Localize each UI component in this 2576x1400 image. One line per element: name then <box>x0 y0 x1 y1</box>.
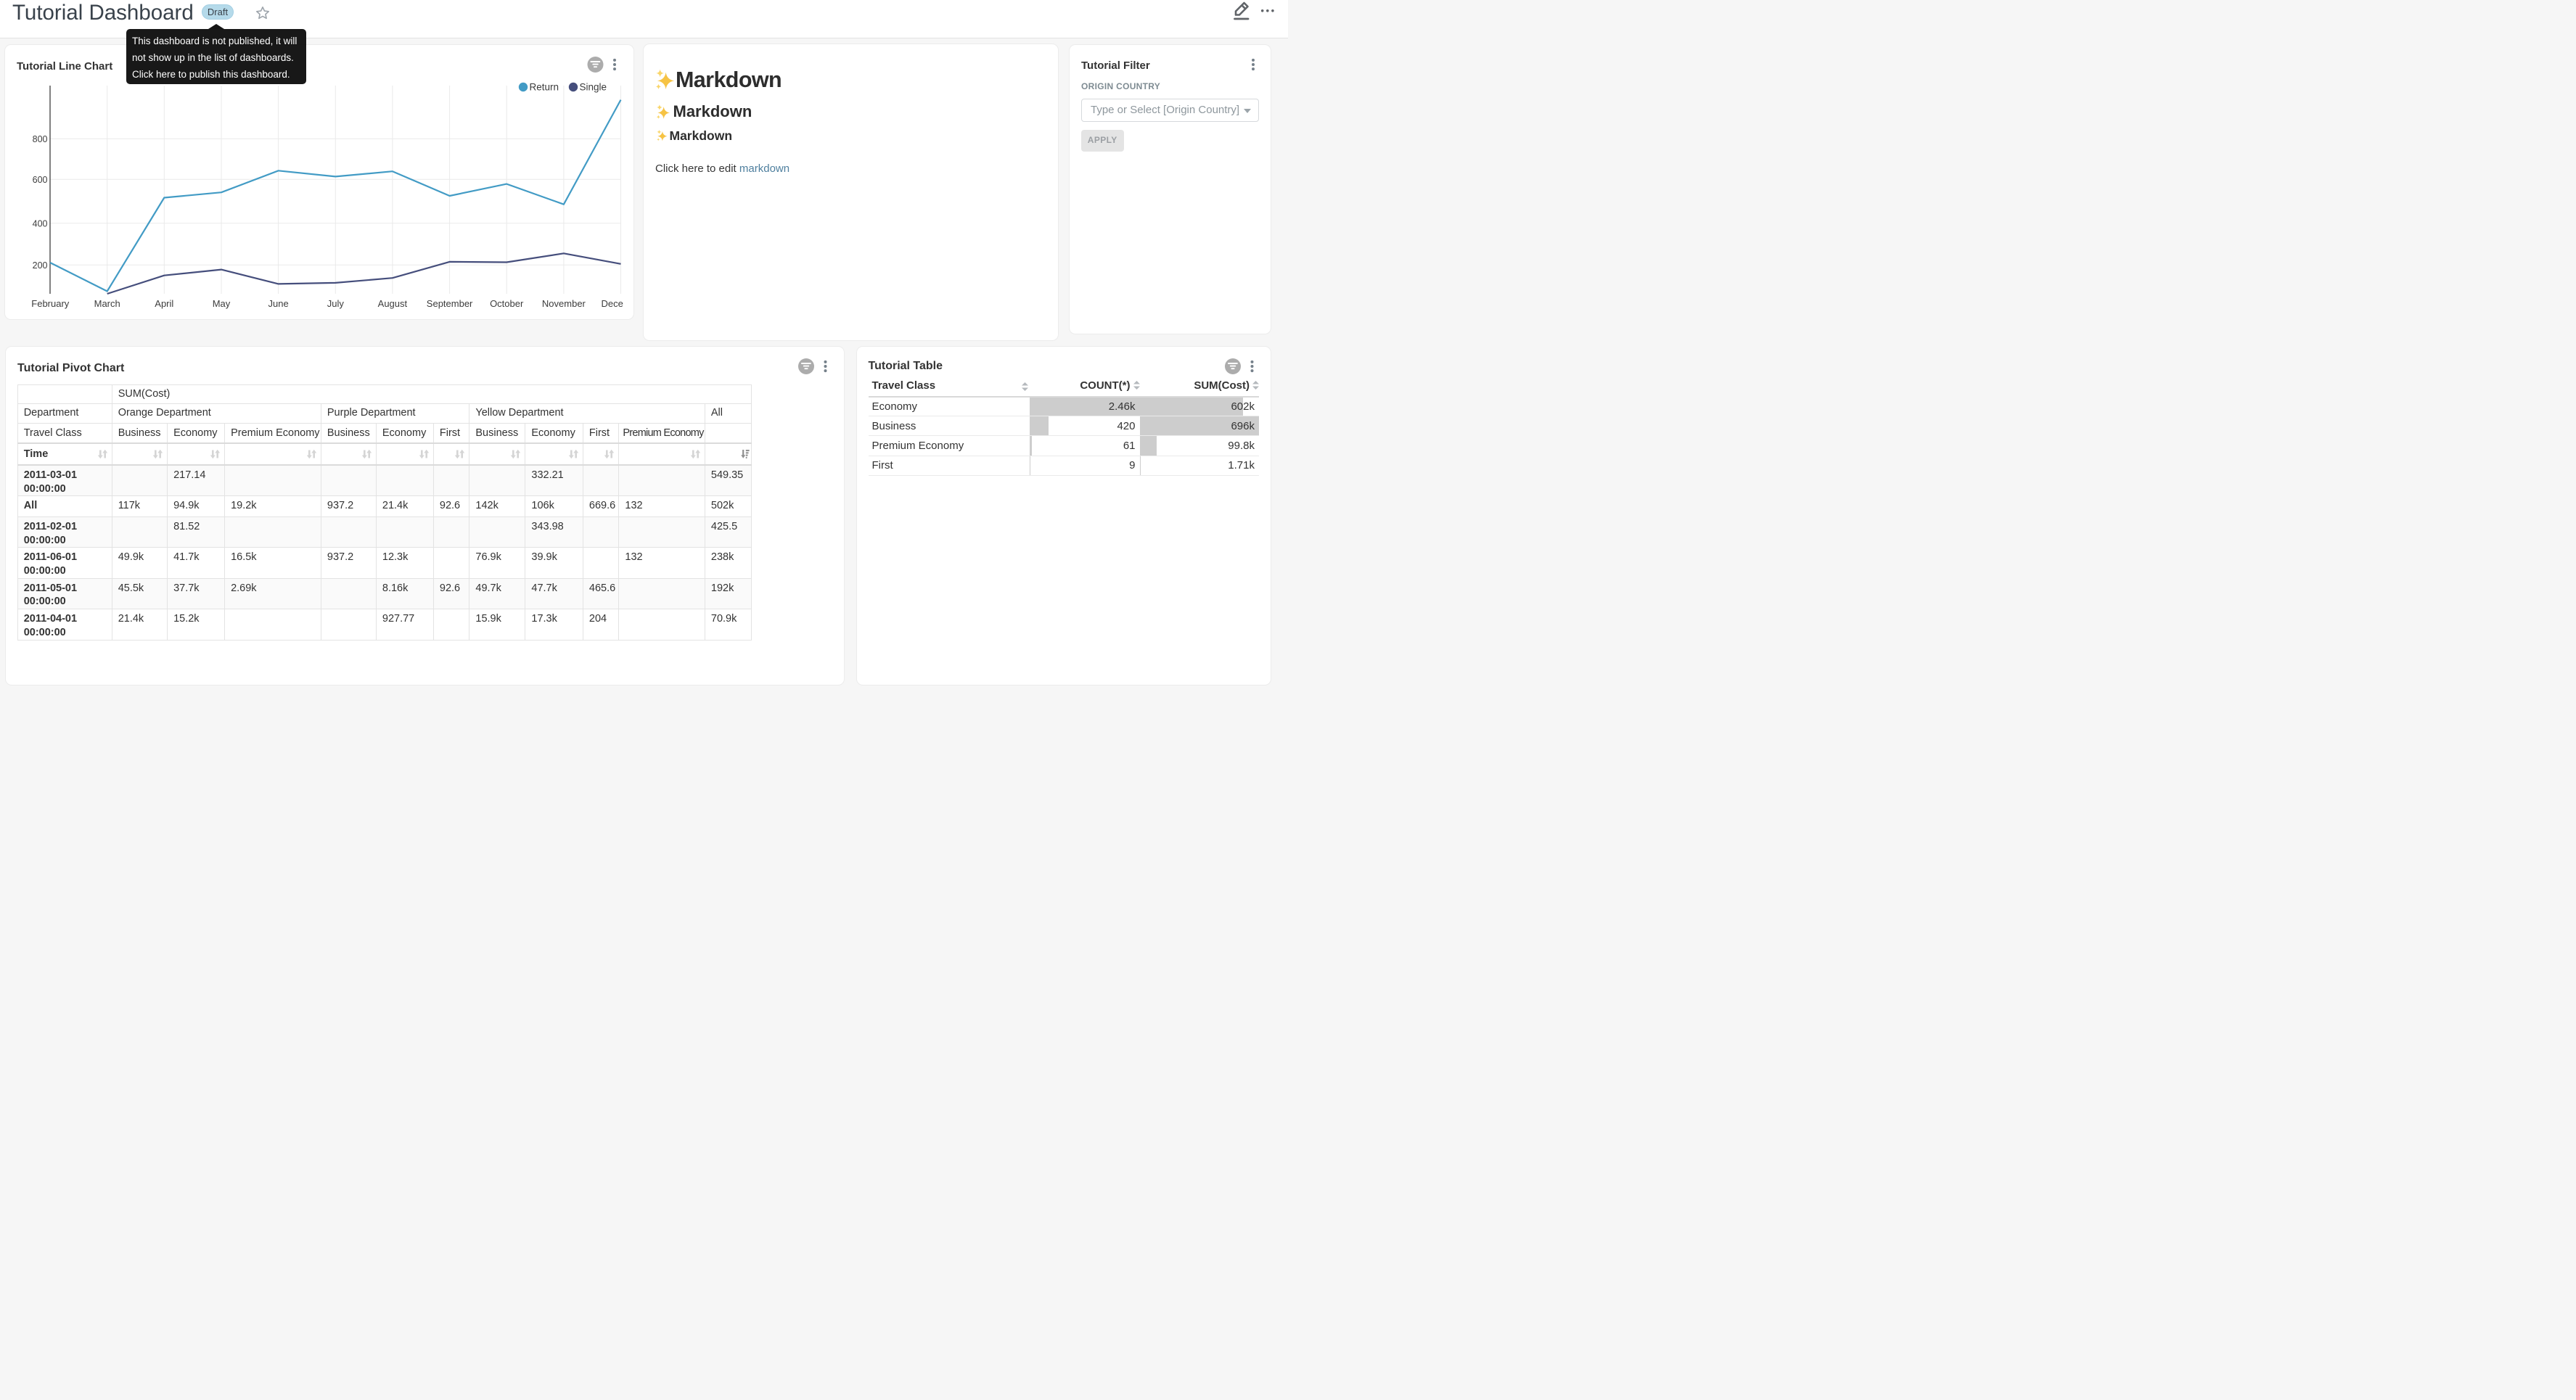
svg-text:400: 400 <box>33 218 48 228</box>
svg-text:April: April <box>155 298 173 309</box>
svg-text:July: July <box>327 298 345 309</box>
svg-text:200: 200 <box>33 260 48 271</box>
svg-text:August: August <box>378 298 408 309</box>
svg-text:Dece: Dece <box>602 298 623 309</box>
svg-text:March: March <box>94 298 120 309</box>
svg-text:Return: Return <box>530 82 559 93</box>
svg-text:September: September <box>427 298 473 309</box>
svg-text:800: 800 <box>33 134 48 144</box>
svg-text:June: June <box>268 298 288 309</box>
svg-text:October: October <box>490 298 524 309</box>
svg-text:November: November <box>542 298 586 309</box>
svg-text:600: 600 <box>33 175 48 185</box>
svg-text:Single: Single <box>580 82 607 93</box>
svg-text:May: May <box>213 298 231 309</box>
svg-text:February: February <box>31 298 70 309</box>
